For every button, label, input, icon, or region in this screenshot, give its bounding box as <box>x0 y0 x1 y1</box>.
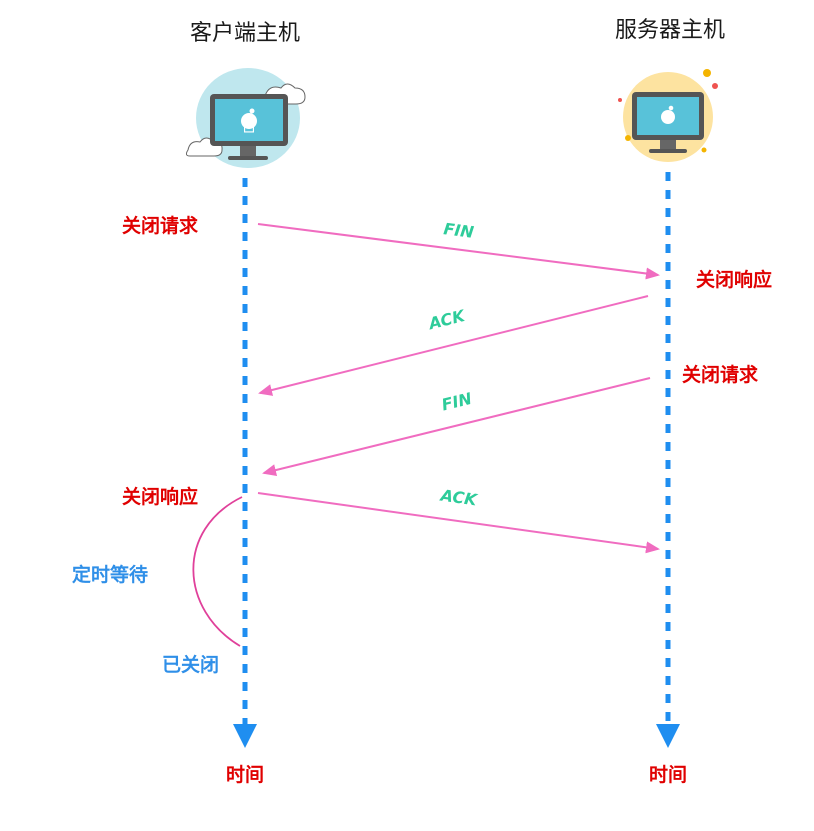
message-label-fin-2: FIN <box>440 389 475 415</box>
server-close-request-label: 关闭请求 <box>682 363 759 386</box>
closed-label: 已关闭 <box>162 653 219 676</box>
diagram-canvas: 客户端主机 服务器主机  时间 时间 <box>72 18 772 786</box>
message-label-ack-2: ACK <box>438 485 480 509</box>
client-time-label: 时间 <box>226 764 264 786</box>
client-title: 客户端主机 <box>190 21 300 46</box>
client-close-request-label: 关闭请求 <box>122 214 199 237</box>
server-close-response-label: 关闭响应 <box>696 268 772 291</box>
message-label-ack-1: ACK <box>425 306 468 334</box>
server-monitor-icon <box>618 69 718 162</box>
server-title: 服务器主机 <box>615 18 725 43</box>
client-close-response-label: 关闭响应 <box>122 485 198 508</box>
tcp-teardown-diagram: 客户端主机 服务器主机  时间 时间 <box>0 0 814 831</box>
client-monitor-icon:  <box>185 68 306 168</box>
timed-wait-label: 定时等待 <box>72 563 148 586</box>
message-label-fin-1: FIN <box>442 219 475 242</box>
timed-wait-curve <box>192 496 243 647</box>
server-timeline <box>656 172 680 748</box>
server-time-label: 时间 <box>649 764 687 786</box>
client-timeline <box>233 178 257 748</box>
